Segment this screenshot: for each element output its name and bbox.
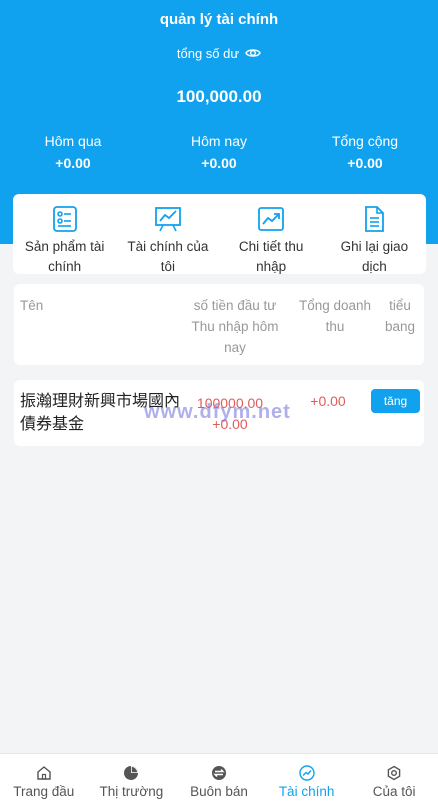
balance-value: 100,000.00 xyxy=(176,87,262,106)
stat-yesterday: Hôm qua +0.00 xyxy=(0,133,146,171)
tab-label: Của tôi xyxy=(372,784,416,799)
page-title: quản lý tài chính xyxy=(159,11,279,28)
chart-board-icon xyxy=(154,207,181,232)
increase-button[interactable]: tăng xyxy=(371,389,420,413)
menu-label: Ghi lại giao dịch xyxy=(340,239,409,274)
pie-chart-icon xyxy=(124,766,139,780)
tab-trade[interactable]: Buôn bán xyxy=(175,754,263,801)
home-icon xyxy=(37,766,51,780)
stat-value: +0.00 xyxy=(55,155,91,171)
tab-market[interactable]: Thị trường xyxy=(88,754,176,801)
stat-value: +0.00 xyxy=(201,155,237,171)
column-header-status: tiểu bang xyxy=(384,298,416,334)
stat-label: Tổng cộng xyxy=(331,133,399,149)
tab-finance[interactable]: Tài chính xyxy=(263,754,351,801)
table-header: Tên số tiền đầu tư Thu nhập hôm nay Tổng… xyxy=(14,284,424,365)
menu-label: Sản phẩm tài chính xyxy=(24,239,105,274)
stat-today: Hôm nay +0.00 xyxy=(146,133,292,171)
finance-trend-icon xyxy=(298,765,315,781)
stat-label: Hôm nay xyxy=(190,133,248,149)
stats-row: Hôm qua +0.00 Hôm nay +0.00 Tổng cộng +0… xyxy=(0,133,438,171)
tab-home[interactable]: Trang đầu xyxy=(0,754,88,801)
exchange-icon xyxy=(211,766,226,780)
eye-icon[interactable] xyxy=(245,45,261,61)
trend-up-icon xyxy=(258,207,285,231)
finance-menu: Sản phẩm tài chính Tài chính của tôi Chi… xyxy=(13,194,426,274)
stat-total: Tổng cộng +0.00 xyxy=(292,133,438,171)
column-header-invest: số tiền đầu tư Thu nhập hôm nay xyxy=(191,298,279,355)
tab-label: Tài chính xyxy=(278,784,335,799)
menu-item-my-finance[interactable]: Tài chính của tôi xyxy=(116,194,219,274)
stat-value: +0.00 xyxy=(347,155,383,171)
stat-label: Hôm qua xyxy=(44,133,102,149)
tab-label: Buôn bán xyxy=(190,784,248,799)
bottom-tabbar: Trang đầu Thị trường Buôn bán Tài chính … xyxy=(0,753,438,801)
document-icon xyxy=(365,206,385,232)
column-header-name: Tên xyxy=(20,298,44,313)
balance-label: tổng số dư xyxy=(176,45,240,61)
menu-label: Tài chính của tôi xyxy=(127,239,209,274)
column-header-revenue: Tổng doanh thu xyxy=(298,298,372,334)
tab-mine[interactable]: Của tôi xyxy=(350,754,438,801)
tab-label: Thị trường xyxy=(99,784,164,799)
product-list-icon xyxy=(52,206,77,232)
tab-label: Trang đầu xyxy=(13,784,75,799)
balance-label-row: tổng số dư xyxy=(0,45,438,61)
watermark: www.dfym.net xyxy=(144,401,291,423)
menu-label: Chi tiết thu nhập xyxy=(238,239,304,274)
settings-gear-icon xyxy=(387,765,401,781)
menu-item-transaction-log[interactable]: Ghi lại giao dịch xyxy=(323,194,426,274)
menu-item-products[interactable]: Sản phẩm tài chính xyxy=(13,194,116,274)
menu-item-income-details[interactable]: Chi tiết thu nhập xyxy=(220,194,323,274)
revenue-value: +0.00 xyxy=(310,393,346,409)
